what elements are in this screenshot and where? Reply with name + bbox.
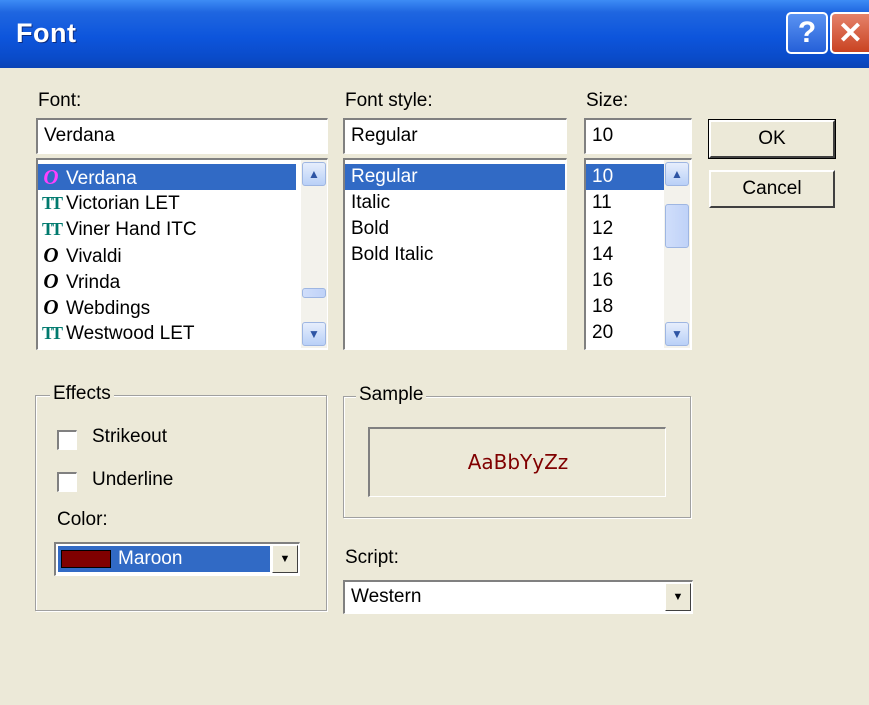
- color-swatch: [61, 550, 111, 568]
- list-item-label: Verdana: [66, 168, 137, 189]
- list-item-label: 18: [592, 296, 614, 317]
- effects-group: [35, 395, 327, 611]
- font-list-scrollbar[interactable]: ▲ ▼: [301, 160, 327, 348]
- truetype-font-icon: TT: [41, 323, 63, 343]
- list-item[interactable]: O Vrinda: [38, 268, 296, 294]
- sample-legend: Sample: [356, 384, 427, 406]
- script-value: Western: [351, 586, 422, 607]
- close-button[interactable]: ✕: [830, 12, 869, 54]
- list-item-label: Bold: [351, 218, 390, 239]
- list-item-label: Victorian LET: [66, 193, 180, 214]
- chevron-down-icon: ▼: [672, 591, 684, 603]
- dialog-title: Font: [16, 18, 77, 48]
- list-item-label: Viner Hand ITC: [66, 219, 197, 240]
- list-item-label: 20: [592, 322, 614, 343]
- scroll-thumb[interactable]: [302, 288, 326, 298]
- list-item[interactable]: 11: [586, 190, 664, 216]
- opentype-font-icon: O: [43, 165, 59, 189]
- help-button[interactable]: ?: [786, 12, 828, 54]
- size-list-scrollbar[interactable]: ▲ ▼: [664, 160, 690, 348]
- ok-button[interactable]: OK: [708, 119, 836, 159]
- list-item[interactable]: Italic: [345, 190, 565, 216]
- scroll-down-icon[interactable]: ▼: [302, 322, 326, 346]
- list-item[interactable]: O Vivaldi: [38, 242, 296, 268]
- effects-legend: Effects: [50, 383, 114, 405]
- color-combo[interactable]: Maroon ▼: [54, 542, 300, 576]
- font-label: Font:: [38, 90, 82, 111]
- list-item[interactable]: Bold: [345, 216, 565, 242]
- list-item[interactable]: 16: [586, 268, 664, 294]
- list-item[interactable]: O Webdings: [38, 294, 296, 320]
- list-item-label: 14: [592, 244, 614, 265]
- color-label: Color:: [57, 509, 108, 530]
- size-list[interactable]: 10 11 12 14 16 18 20 ▲ ▼: [584, 158, 692, 350]
- list-item[interactable]: 10: [586, 164, 664, 190]
- font-style-list[interactable]: Regular Italic Bold Bold Italic: [343, 158, 567, 350]
- list-item[interactable]: 12: [586, 216, 664, 242]
- list-item-label: 16: [592, 270, 614, 291]
- underline-label[interactable]: Underline: [92, 469, 173, 491]
- script-combo[interactable]: Western ▼: [343, 580, 693, 614]
- list-item[interactable]: TT Westwood LET: [38, 320, 296, 346]
- strikeout-label[interactable]: Strikeout: [92, 426, 167, 448]
- title-bar[interactable]: Font ? ✕: [0, 0, 869, 68]
- scroll-thumb[interactable]: [665, 204, 689, 248]
- opentype-font-icon: O: [43, 243, 59, 267]
- color-selection: Maroon: [58, 546, 270, 572]
- list-item[interactable]: TT Victorian LET: [38, 190, 296, 216]
- opentype-font-icon: O: [43, 269, 59, 293]
- chevron-down-icon: ▼: [279, 553, 291, 565]
- truetype-font-icon: TT: [41, 219, 63, 239]
- list-item-label: Webdings: [66, 298, 151, 319]
- list-item-label: Vrinda: [66, 272, 121, 293]
- opentype-font-icon: O: [43, 295, 59, 319]
- help-icon: ?: [797, 16, 817, 49]
- scroll-up-icon[interactable]: ▲: [302, 162, 326, 186]
- list-item-label: 11: [592, 192, 612, 213]
- truetype-font-icon: TT: [41, 193, 63, 213]
- script-label: Script:: [345, 547, 399, 568]
- cancel-button[interactable]: Cancel: [709, 170, 835, 208]
- close-icon: ✕: [837, 16, 864, 50]
- list-item-label: 12: [592, 218, 614, 239]
- color-dropdown-button[interactable]: ▼: [272, 545, 298, 573]
- script-dropdown-button[interactable]: ▼: [665, 583, 691, 611]
- list-item[interactable]: O Verdana: [38, 164, 296, 190]
- list-item[interactable]: 20: [586, 320, 664, 346]
- font-style-input[interactable]: Regular: [343, 118, 567, 154]
- underline-checkbox[interactable]: [57, 472, 77, 492]
- size-input[interactable]: 10: [584, 118, 692, 154]
- dialog-body: Font: Verdana O Verdana TT Victorian LET TT V…: [0, 68, 869, 705]
- scroll-up-icon[interactable]: ▲: [665, 162, 689, 186]
- scroll-down-icon[interactable]: ▼: [665, 322, 689, 346]
- font-style-label: Font style:: [345, 90, 433, 111]
- font-dialog: Font ? ✕ Font: Verdana O Verdana TT Victori…: [0, 0, 869, 705]
- strikeout-checkbox[interactable]: [57, 430, 77, 450]
- list-item-label: Westwood LET: [66, 323, 195, 344]
- size-label: Size:: [586, 90, 629, 111]
- list-item-label: Regular: [351, 166, 418, 187]
- list-item-label: Bold Italic: [351, 244, 434, 265]
- list-item[interactable]: 18: [586, 294, 664, 320]
- font-list[interactable]: O Verdana TT Victorian LET TT Viner Hand ITC O…: [36, 158, 328, 350]
- list-item[interactable]: 14: [586, 242, 664, 268]
- font-name-input[interactable]: Verdana: [36, 118, 328, 154]
- sample-text: AaBbYyZz: [467, 450, 569, 474]
- color-value: Maroon: [118, 548, 183, 569]
- list-item-label: Vivaldi: [66, 246, 122, 267]
- list-item-label: 10: [592, 166, 614, 187]
- list-item-label: Italic: [351, 192, 391, 213]
- sample-preview: AaBbYyZz: [368, 427, 666, 497]
- list-item[interactable]: Bold Italic: [345, 242, 565, 268]
- list-item[interactable]: Regular: [345, 164, 565, 190]
- list-item[interactable]: TT Viner Hand ITC: [38, 216, 296, 242]
